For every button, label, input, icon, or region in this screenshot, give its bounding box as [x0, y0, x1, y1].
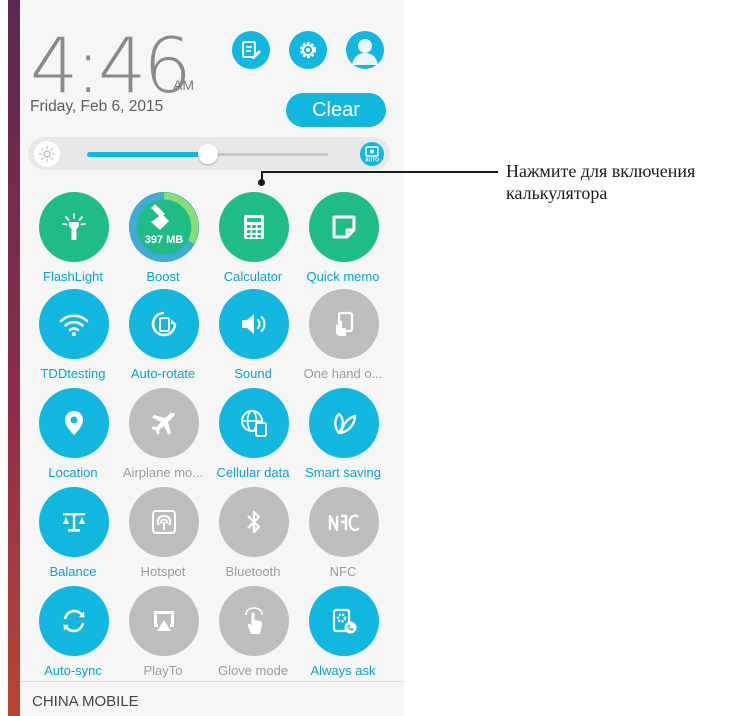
tile-bluetooth[interactable]: Bluetooth [208, 487, 298, 585]
tile-label: Always ask [310, 663, 376, 678]
tile-nfc[interactable]: NFC [298, 487, 388, 585]
tile-label: Smart saving [305, 465, 381, 480]
calculator-icon[interactable] [219, 192, 289, 262]
tile-calculator[interactable]: Calculator [208, 192, 298, 290]
tile-label: NFC [329, 564, 357, 579]
boost-icon[interactable]: 397 MB [129, 192, 199, 262]
auto-rotate-icon[interactable] [129, 289, 199, 359]
playto-icon[interactable] [129, 586, 199, 656]
avatar-icon [352, 39, 378, 65]
tile-label: One hand o... [303, 366, 383, 381]
tile-cellular-data[interactable]: Cellular data [208, 388, 298, 486]
sound-icon[interactable] [219, 289, 289, 359]
callout-dot [258, 179, 265, 186]
wallpaper-edge [8, 0, 20, 716]
smart-saving-icon[interactable] [309, 388, 379, 458]
bluetooth-icon[interactable] [219, 487, 289, 557]
tile-airplane[interactable]: Airplane mo... [118, 388, 208, 486]
tile-flashlight[interactable]: FlashLight [28, 192, 118, 290]
tile-label: Location [48, 465, 98, 480]
gear-icon [299, 41, 317, 59]
tile-auto-sync[interactable]: Auto-sync [28, 586, 118, 684]
clock-ampm: AM [173, 77, 194, 93]
tile-glove-mode[interactable]: Glove mode [208, 586, 298, 684]
auto-sync-icon[interactable] [39, 586, 109, 656]
tile-label: Bluetooth [225, 564, 281, 579]
nfc-icon[interactable] [309, 487, 379, 557]
tile-label: TDDtesting [40, 366, 106, 381]
always-ask-icon[interactable] [309, 586, 379, 656]
tile-wifi[interactable]: TDDtesting [28, 289, 118, 387]
callout-text: Нажмите для включения калькулятора [506, 161, 696, 203]
tile-quick-memo[interactable]: Quick memo [298, 192, 388, 290]
tile-label: Airplane mo... [122, 465, 204, 480]
phone-screen: 4:46 AM Friday, Feb 6, 2015 Clear AUTO F… [8, 0, 404, 716]
tile-one-hand[interactable]: One hand o... [298, 289, 388, 387]
tile-label: Quick memo [306, 269, 380, 284]
tile-location[interactable]: Location [28, 388, 118, 486]
airplane-icon[interactable] [129, 388, 199, 458]
tile-label: PlayTo [143, 663, 183, 678]
tile-balance[interactable]: Balance [28, 487, 118, 585]
tile-sound[interactable]: Sound [208, 289, 298, 387]
carrier-label: CHINA MOBILE [32, 693, 139, 710]
flashlight-icon[interactable] [39, 192, 109, 262]
boost-memory: 397 MB [144, 234, 184, 246]
svg-text:AUTO: AUTO [365, 158, 379, 164]
brightness-fill [87, 152, 208, 157]
tile-label: Auto-rotate [130, 366, 196, 381]
footer-divider [20, 681, 404, 682]
brightness-icon [34, 141, 60, 167]
tile-label: Auto-sync [44, 663, 102, 678]
tile-playto[interactable]: PlayTo [118, 586, 208, 684]
brightness-control: AUTO [28, 137, 390, 170]
wifi-icon[interactable] [39, 289, 109, 359]
tile-label: Calculator [223, 269, 283, 284]
clear-button[interactable]: Clear [286, 93, 386, 127]
tile-label: Cellular data [216, 465, 290, 480]
tile-label: Sound [234, 366, 272, 381]
clock-time: 4:46 [30, 21, 192, 110]
auto-brightness-icon: AUTO [365, 146, 379, 164]
user-avatar-button[interactable] [346, 31, 384, 69]
edit-tiles-button[interactable] [232, 31, 270, 69]
brightness-slider-thumb[interactable] [198, 144, 218, 164]
settings-button[interactable] [289, 31, 327, 69]
cellular-data-icon[interactable] [219, 388, 289, 458]
quick-memo-icon[interactable] [309, 192, 379, 262]
glove-mode-icon[interactable] [219, 586, 289, 656]
tile-boost[interactable]: 397 MB Boost [118, 192, 208, 290]
edit-icon [242, 41, 261, 59]
callout-line [261, 171, 498, 173]
auto-brightness-button[interactable]: AUTO [360, 142, 384, 166]
date-label: Friday, Feb 6, 2015 [30, 98, 164, 115]
tile-hotspot[interactable]: Hotspot [118, 487, 208, 585]
tile-label: FlashLight [43, 269, 103, 284]
tile-label: Balance [49, 564, 97, 579]
tile-label: Boost [146, 269, 180, 284]
tile-auto-rotate[interactable]: Auto-rotate [118, 289, 208, 387]
hotspot-icon[interactable] [129, 487, 199, 557]
tile-always-ask[interactable]: Always ask [298, 586, 388, 684]
tile-smart-saving[interactable]: Smart saving [298, 388, 388, 486]
location-icon[interactable] [39, 388, 109, 458]
tile-label: Glove mode [217, 663, 289, 678]
tile-label: Hotspot [140, 564, 186, 579]
balance-icon[interactable] [39, 487, 109, 557]
one-hand-icon[interactable] [309, 289, 379, 359]
